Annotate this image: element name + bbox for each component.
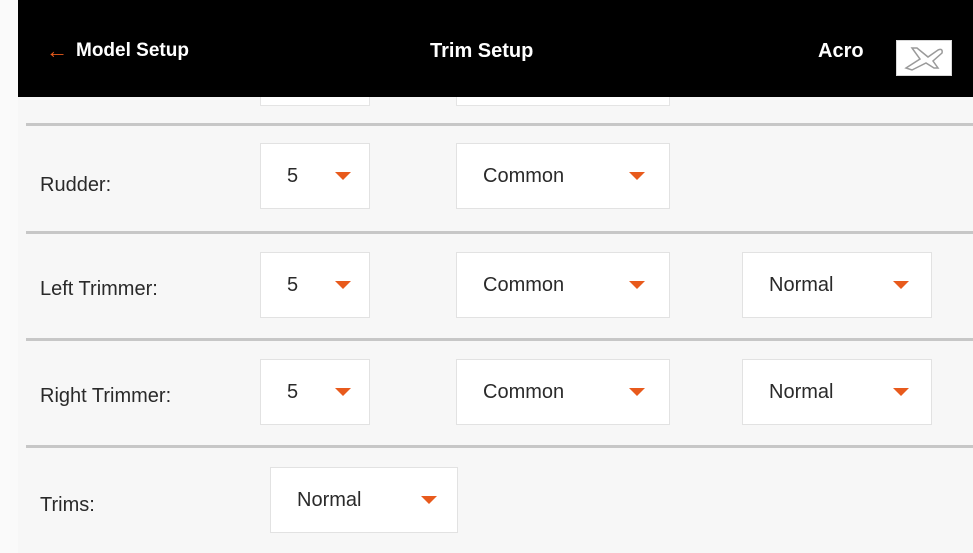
- divider: [26, 445, 973, 448]
- back-button[interactable]: ← Model Setup: [46, 40, 189, 62]
- trims-type-dropdown[interactable]: Normal: [270, 467, 458, 533]
- dropdown-value: Common: [483, 164, 565, 187]
- chevron-down-icon: [335, 388, 351, 396]
- chevron-down-icon: [893, 388, 909, 396]
- page-title: Trim Setup: [430, 40, 534, 62]
- chevron-down-icon: [629, 281, 645, 289]
- left-trimmer-mode-dropdown[interactable]: Common: [456, 252, 670, 318]
- header-bar: ← Model Setup Trim Setup Acro: [18, 0, 973, 97]
- chevron-down-icon: [629, 388, 645, 396]
- dropdown-value: 5: [287, 380, 299, 403]
- chevron-down-icon: [335, 281, 351, 289]
- dropdown-value: Normal: [297, 488, 362, 511]
- trim-setup-screen: ← Model Setup Trim Setup Acro Rudder: 5 …: [0, 0, 973, 553]
- dropdown-value: Common: [483, 380, 565, 403]
- divider: [26, 123, 973, 126]
- trims-label: Trims:: [40, 494, 95, 516]
- left-trimmer-step-dropdown[interactable]: 5: [260, 252, 370, 318]
- airplane-icon[interactable]: [896, 40, 952, 76]
- right-trimmer-step-dropdown[interactable]: 5: [260, 359, 370, 425]
- chevron-down-icon: [893, 281, 909, 289]
- left-trimmer-label: Left Trimmer:: [40, 278, 158, 300]
- dropdown-value: Normal: [769, 380, 834, 403]
- rudder-mode-dropdown[interactable]: Common: [456, 143, 670, 209]
- right-trimmer-mode-dropdown[interactable]: Common: [456, 359, 670, 425]
- chevron-down-icon: [335, 172, 351, 180]
- dropdown-value: Normal: [769, 273, 834, 296]
- dropdown-value: 5: [287, 273, 299, 296]
- model-name: Acro: [818, 40, 864, 62]
- settings-list: Rudder: 5 Common Left Trimmer: 5 Common …: [18, 97, 973, 553]
- chevron-down-icon: [421, 496, 437, 504]
- divider: [26, 231, 973, 234]
- left-trimmer-direction-dropdown[interactable]: Normal: [742, 252, 932, 318]
- partial-dropdown: [260, 97, 370, 106]
- dropdown-value: 5: [287, 164, 299, 187]
- rudder-step-dropdown[interactable]: 5: [260, 143, 370, 209]
- back-label: Model Setup: [76, 40, 189, 61]
- chevron-down-icon: [629, 172, 645, 180]
- rudder-label: Rudder:: [40, 174, 112, 196]
- dropdown-value: Common: [483, 273, 565, 296]
- right-trimmer-label: Right Trimmer:: [40, 385, 172, 407]
- partial-dropdown: [456, 97, 670, 106]
- right-trimmer-direction-dropdown[interactable]: Normal: [742, 359, 932, 425]
- divider: [26, 338, 973, 341]
- back-arrow-icon: ←: [46, 38, 68, 63]
